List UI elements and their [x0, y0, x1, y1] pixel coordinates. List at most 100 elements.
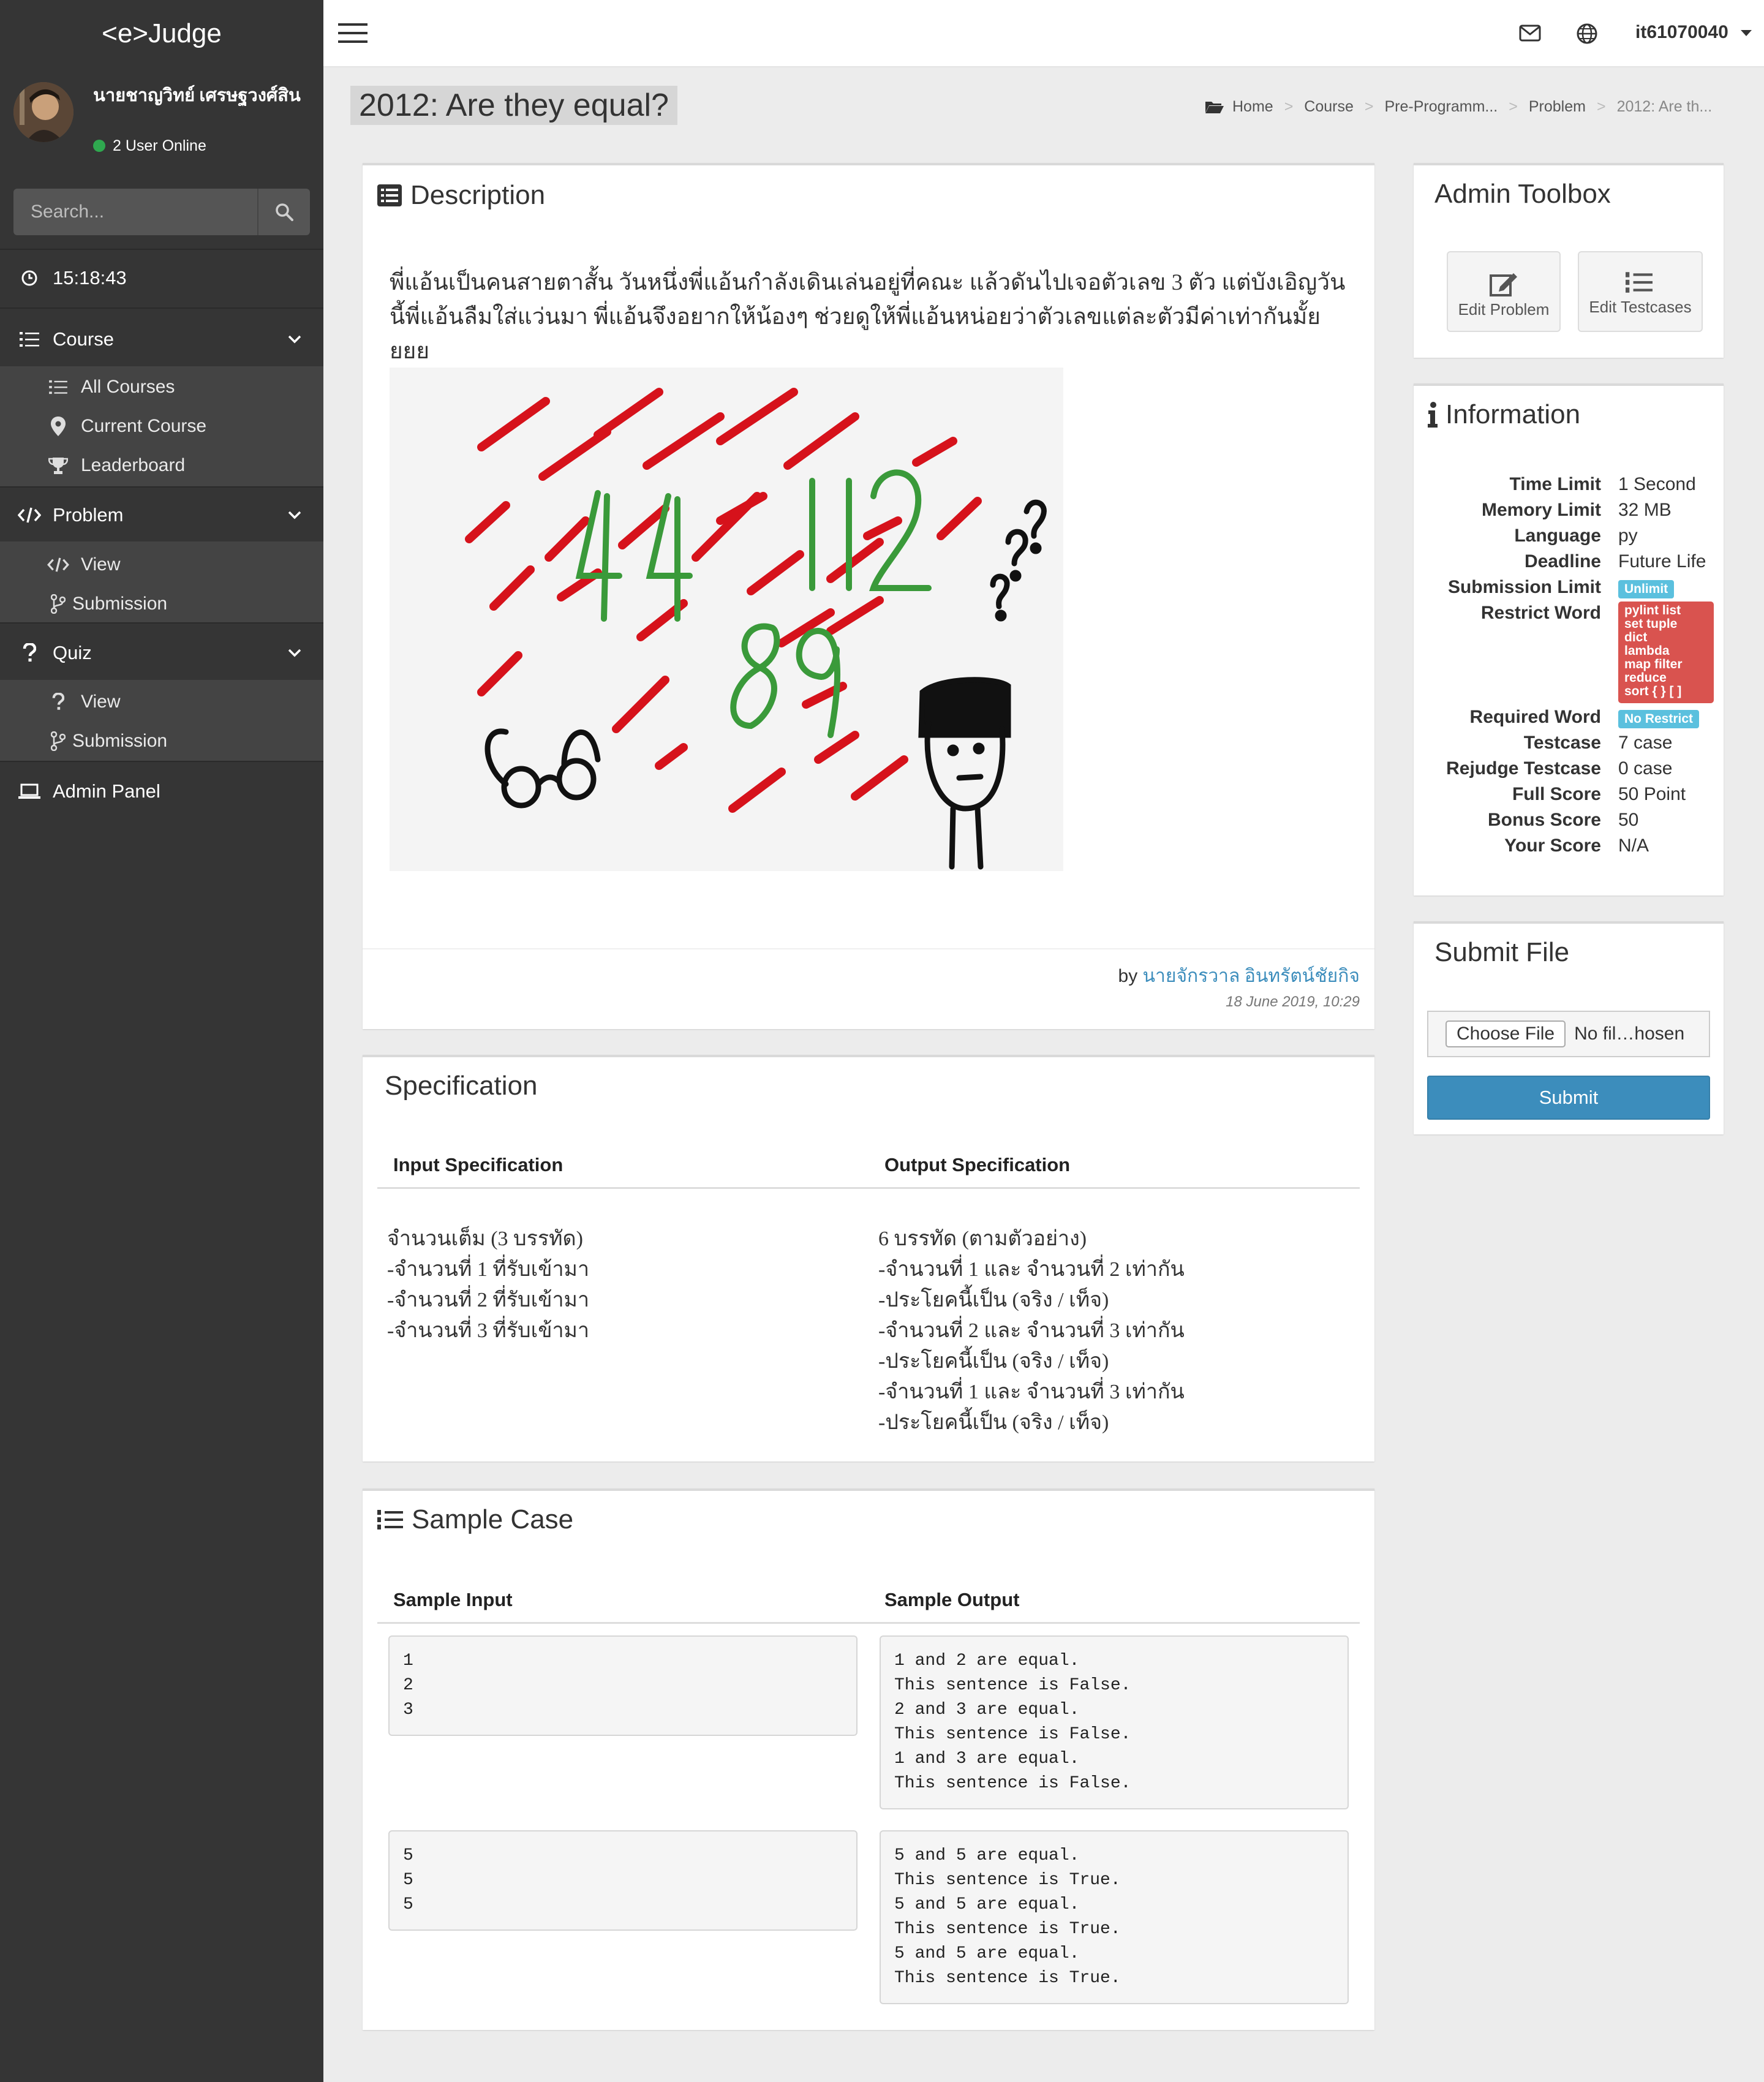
file-name-text: No fil…hosen — [1574, 1024, 1685, 1044]
output-spec-header: Output Specification — [884, 1154, 1071, 1175]
avatar[interactable] — [13, 82, 74, 142]
language-button[interactable] — [1577, 23, 1597, 44]
caret-down-icon — [1741, 30, 1752, 37]
breadcrumb-problem[interactable]: Problem — [1529, 98, 1586, 116]
edit-problem-button[interactable]: Edit Problem — [1447, 251, 1561, 332]
info-required-word: Required Word No Restrict — [1414, 704, 1720, 730]
input-spec-line: -จำนวนที่ 1 ที่รับเข้ามา — [387, 1258, 590, 1281]
edit-testcases-button[interactable]: Edit Testcases — [1578, 251, 1703, 332]
input-spec-line: จำนวนเต็ม (3 บรรทัด) — [387, 1228, 583, 1250]
sidebar-item-problem-view[interactable]: View — [0, 550, 323, 579]
specification-title: Specification — [385, 1071, 538, 1101]
envelope-icon — [1519, 25, 1541, 42]
sample-input-box[interactable]: 1 2 3 — [388, 1635, 858, 1736]
choose-file-button[interactable]: Choose File — [1446, 1020, 1566, 1047]
sidebar-item-quiz[interactable]: Quiz — [0, 626, 323, 680]
sample-output-box[interactable]: 5 and 5 are equal. This sentence is True… — [880, 1830, 1349, 2004]
messages-button[interactable] — [1519, 25, 1541, 42]
search-button[interactable] — [257, 189, 310, 235]
information-panel: Information Time Limit 1 Second Memory Li… — [1414, 383, 1724, 896]
breadcrumb-current: 2012: Are th... — [1616, 98, 1713, 115]
problem-submission-label: Submission — [72, 594, 168, 614]
breadcrumb-course[interactable]: Course — [1304, 98, 1354, 116]
sample-input-box[interactable]: 5 5 5 — [388, 1830, 858, 1931]
info-time-limit: Time Limit 1 Second — [1509, 474, 1696, 494]
globe-icon — [1577, 23, 1597, 44]
sidebar-item-current-course[interactable]: Current Course — [0, 412, 323, 441]
info-deadline: Deadline Future Life — [1524, 551, 1706, 571]
search-input[interactable] — [13, 189, 257, 235]
sample-output-box[interactable]: 1 and 2 are equal. This sentence is Fals… — [880, 1635, 1349, 1809]
file-input[interactable]: Choose File No fil…hosen — [1427, 1011, 1710, 1057]
sample-output-header: Sample Output — [884, 1589, 1020, 1610]
sidebar-item-all-courses[interactable]: All Courses — [0, 372, 323, 402]
information-header: Information — [1427, 399, 1580, 430]
specification-panel: Specification Input Specification Output… — [363, 1055, 1374, 1462]
top-navbar: it61070040 — [323, 0, 1764, 67]
output-spec-line: -จำนวนที่ 1 และ จำนวนที่ 2 เท่ากัน — [878, 1258, 1185, 1281]
chevron-down-icon — [288, 335, 301, 344]
author-link[interactable]: นายจักรวาล อินทรัตน์ชัยกิจ — [1143, 966, 1360, 986]
edit-icon — [1489, 271, 1518, 296]
user-name: นายชาญวิทย์ เศรษฐวงศ์สิน — [93, 86, 301, 105]
author-line: by นายจักรวาล อินทรัตน์ชัยกิจ — [1118, 962, 1360, 990]
sidebar-item-problem-submission[interactable]: Submission — [0, 589, 323, 619]
sidebar-clock: 15:18:43 — [0, 255, 323, 301]
submit-file-panel: Submit File Choose File No fil…hosen Sub… — [1414, 921, 1724, 1134]
sidebar-item-course[interactable]: Course — [0, 312, 323, 366]
sidebar-item-problem[interactable]: Problem — [0, 489, 323, 541]
input-spec-text: จำนวนเต็ม (3 บรรทัด) -จำนวนที่ 1 ที่รับเ… — [387, 1224, 589, 1346]
output-spec-text: 6 บรรทัด (ตามตัวอย่าง) -จำนวนที่ 1 และ จ… — [878, 1224, 1185, 1438]
sidebar-problem-label: Problem — [53, 504, 124, 526]
code-icon — [17, 507, 42, 524]
sample-input-header: Sample Input — [393, 1589, 513, 1610]
sidebar-item-quiz-view[interactable]: View — [0, 687, 323, 717]
sidebar-course-label: Course — [53, 328, 114, 350]
search-icon — [276, 203, 293, 221]
sample-output-text: 5 and 5 are equal. This sentence is True… — [894, 1846, 1121, 1988]
breadcrumb-course-name[interactable]: Pre-Programm... — [1385, 98, 1498, 116]
menu-toggle-button[interactable] — [338, 22, 368, 44]
output-spec-line: -จำนวนที่ 2 และ จำนวนที่ 3 เท่ากัน — [878, 1319, 1185, 1342]
submission-limit-badge: Unlimit — [1618, 580, 1675, 598]
admin-panel-label: Admin Panel — [53, 780, 160, 802]
list-icon — [17, 331, 42, 348]
info-full-score: Full Score 50 Point — [1512, 784, 1686, 804]
restrict-word-badge: pylint list set tuple dict lambda map fi… — [1618, 602, 1714, 703]
breadcrumb: Home > Course > Pre-Programm... > Proble… — [1205, 98, 1712, 116]
folder-icon — [1205, 100, 1224, 114]
description-text: พี่แอ้นเป็นคนสายตาสั้น วันหนึ่งพี่แอ้นกำ… — [390, 270, 1346, 364]
sample-output-text: 1 and 2 are equal. This sentence is Fals… — [894, 1651, 1131, 1793]
output-spec-line: 6 บรรทัด (ตามตัวอย่าง) — [878, 1228, 1087, 1250]
input-spec-line: -จำนวนที่ 2 ที่รับเข้ามา — [387, 1289, 590, 1311]
list-ol-icon — [1626, 271, 1655, 294]
sidebar-item-leaderboard[interactable]: Leaderboard — [0, 451, 323, 480]
code-fork-icon — [47, 731, 70, 751]
page-title: 2012: Are they equal? — [350, 86, 677, 125]
sidebar-item-quiz-submission[interactable]: Submission — [0, 726, 323, 756]
online-count: 2 User Online — [113, 137, 206, 154]
question-icon — [17, 643, 42, 663]
sidebar-quiz-label: Quiz — [53, 642, 92, 663]
submit-button[interactable]: Submit — [1427, 1076, 1710, 1120]
sidebar-item-admin-panel[interactable]: Admin Panel — [0, 766, 323, 817]
info-testcase: Testcase 7 case — [1523, 733, 1673, 753]
description-panel: Description พี่แอ้นเป็นคนสายตาสั้น วันหน… — [363, 163, 1374, 1029]
brand-logo[interactable]: <e>Judge — [0, 0, 323, 67]
info-language: Language py — [1514, 526, 1638, 546]
question-icon — [47, 693, 70, 711]
chevron-down-icon — [288, 649, 301, 657]
online-status: 2 User Online — [93, 137, 206, 155]
user-menu[interactable]: it61070040 — [1635, 22, 1752, 43]
submit-file-title: Submit File — [1434, 937, 1570, 967]
problem-view-label: View — [81, 554, 121, 575]
edit-testcases-label: Edit Testcases — [1589, 298, 1692, 316]
info-memory-limit: Memory Limit 32 MB — [1481, 500, 1672, 520]
breadcrumb-home[interactable]: Home — [1232, 98, 1273, 116]
list-alt-icon — [377, 184, 402, 206]
sidebar-search — [13, 189, 310, 235]
by-prefix: by — [1118, 966, 1138, 986]
sample-case-title: Sample Case — [412, 1504, 574, 1534]
list-ol-icon — [377, 1509, 403, 1531]
trophy-icon — [47, 456, 70, 475]
